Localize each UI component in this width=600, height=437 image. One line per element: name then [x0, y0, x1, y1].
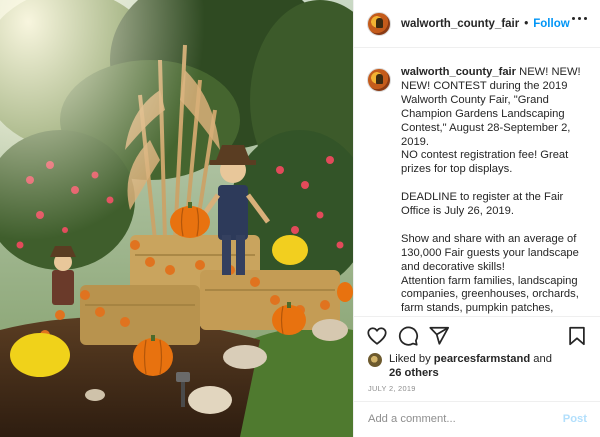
likes-summary: Liked by pearcesfarmstand and 26 others	[368, 352, 552, 380]
post-comment-button[interactable]: Post	[563, 413, 587, 425]
likes-text: Liked by pearcesfarmstand and 26 others	[389, 352, 552, 380]
caption-line-5: Show and share with an average of 130,00…	[401, 232, 579, 273]
likes-conjunction: and	[533, 353, 552, 365]
caption-line-6: Attention farm families, landscaping com…	[401, 274, 579, 315]
post-photo[interactable]	[0, 0, 353, 437]
caption-line-3: DEADLINE to register at the Fair Office …	[401, 191, 564, 218]
caption-avatar[interactable]	[367, 68, 391, 92]
liker-avatar[interactable]	[368, 353, 382, 367]
heart-icon[interactable]	[366, 325, 388, 347]
action-icons	[366, 325, 589, 349]
bookmark-icon[interactable]	[566, 325, 588, 347]
caption-row: walworth_county_fair NEW! NEW! NEW! CONT…	[367, 66, 589, 315]
header-separator: •	[524, 17, 529, 30]
post-date[interactable]: July 2, 2019	[368, 384, 416, 393]
likes-prefix: Liked by	[389, 353, 431, 365]
caption-username[interactable]: walworth_county_fair	[401, 66, 516, 78]
caption-text: walworth_county_fair NEW! NEW! NEW! CONT…	[401, 66, 589, 315]
paper-plane-icon[interactable]	[428, 325, 450, 347]
comment-bubble-icon[interactable]	[397, 325, 419, 347]
comment-input[interactable]	[368, 412, 538, 425]
actions-bar: Liked by pearcesfarmstand and 26 others …	[354, 316, 600, 434]
liker-username[interactable]: pearcesfarmstand	[434, 353, 530, 365]
account-avatar[interactable]	[367, 11, 391, 36]
post-side-panel: walworth_county_fair • Follow walworth_c…	[353, 0, 600, 437]
likes-others-link[interactable]: 26 others	[389, 367, 439, 379]
account-username[interactable]: walworth_county_fair	[401, 18, 519, 30]
comments-section[interactable]: walworth_county_fair NEW! NEW! NEW! CONT…	[354, 49, 600, 315]
more-dots-icon[interactable]	[572, 17, 587, 20]
autumn-harvest-display-image	[0, 0, 353, 437]
instagram-post: walworth_county_fair • Follow walworth_c…	[0, 0, 600, 437]
caption-line-1: NO contest registration fee! Great prize…	[401, 149, 569, 176]
post-header: walworth_county_fair • Follow	[354, 0, 600, 48]
add-comment-bar: Post	[354, 401, 600, 435]
caption-line-0: walworth_county_fair NEW! NEW! NEW! CONT…	[401, 66, 581, 148]
follow-button[interactable]: Follow	[533, 18, 569, 30]
